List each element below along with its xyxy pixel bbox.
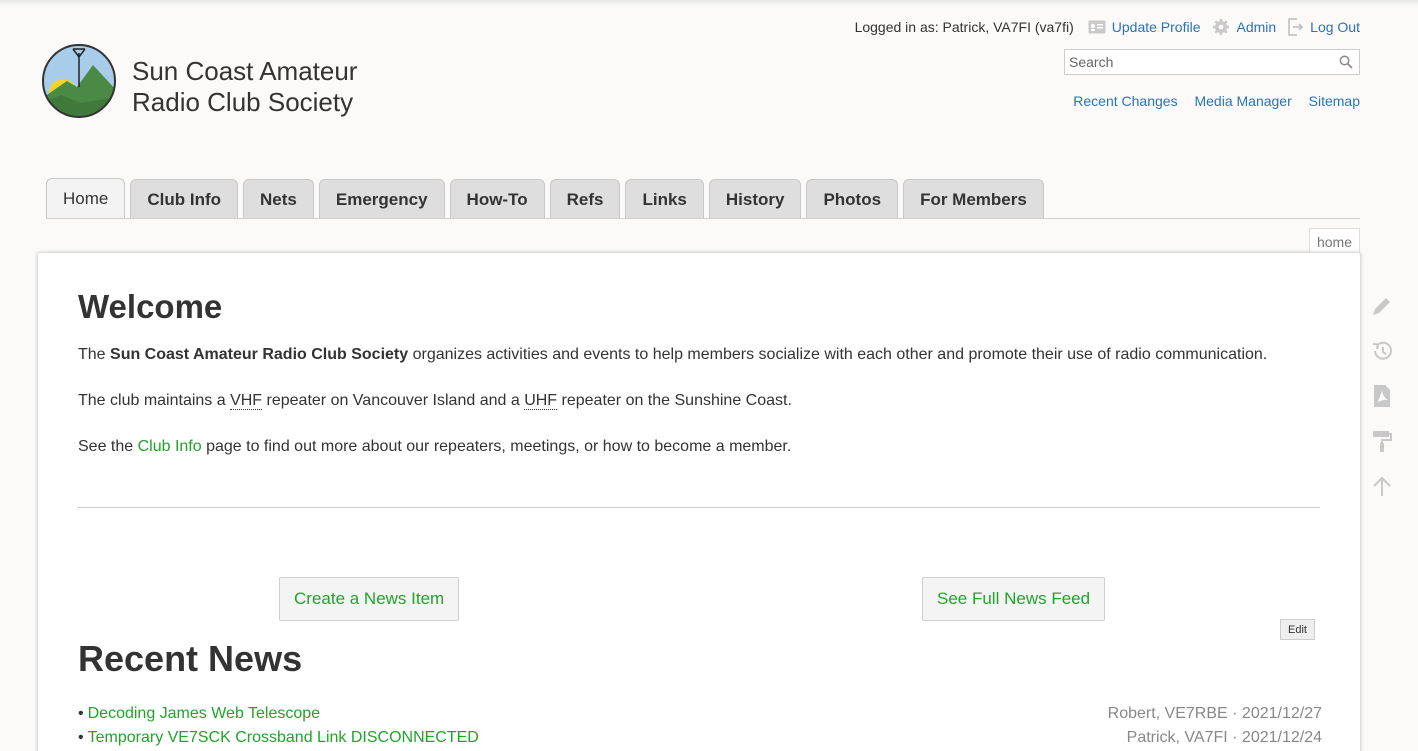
tab-nets[interactable]: Nets <box>243 179 314 219</box>
page-tools <box>1368 292 1396 517</box>
tab-home[interactable]: Home <box>46 178 126 219</box>
tab-history[interactable]: History <box>708 179 802 219</box>
history-icon <box>1372 341 1392 360</box>
repeater-text-1: The club maintains a <box>78 392 231 409</box>
page-heading: Welcome <box>78 288 223 325</box>
search-input[interactable] <box>1065 50 1325 74</box>
bullet: • <box>78 705 84 722</box>
club-info-paragraph: See the Club Info page to find out more … <box>78 435 1320 459</box>
news-link[interactable]: Temporary VE7SCK Crossband Link DISCONNE… <box>88 729 479 746</box>
admin-link[interactable]: Admin <box>1212 18 1276 36</box>
repeater-paragraph: The club maintains a VHF repeater on Van… <box>78 389 1320 413</box>
media-manager-link[interactable]: Media Manager <box>1194 93 1291 109</box>
export-pdf-tool[interactable] <box>1368 382 1396 410</box>
list-item: • Temporary VE7SCK Crossband Link DISCONN… <box>78 726 1322 750</box>
update-profile-link[interactable]: Update Profile <box>1088 19 1201 35</box>
club-name-bold: Sun Coast Amateur Radio Club Society <box>110 346 409 363</box>
news-link[interactable]: Decoding James Web Telescope <box>88 705 320 722</box>
site-title-line2: Radio Club Society <box>132 87 354 117</box>
bullet: • <box>78 729 84 746</box>
paint-roller-icon <box>1373 431 1392 452</box>
club-logo[interactable] <box>41 43 117 119</box>
pencil-icon <box>1373 298 1390 315</box>
club-info-text-start: See the <box>78 438 138 455</box>
club-info-link[interactable]: Club Info <box>138 438 202 455</box>
old-revisions-tool[interactable] <box>1368 337 1396 365</box>
pdf-icon <box>1374 385 1390 407</box>
update-profile-label: Update Profile <box>1111 19 1201 35</box>
section-divider <box>78 507 1320 508</box>
site-title[interactable]: Sun Coast Amateur Radio Club Society <box>132 56 357 118</box>
logout-link[interactable]: Log Out <box>1288 18 1360 36</box>
create-news-button[interactable]: Create a News Item <box>279 577 460 621</box>
style-tool[interactable] <box>1368 427 1396 455</box>
tabs-divider <box>46 218 1360 219</box>
repeater-text-3: repeater on the Sunshine Coast. <box>557 392 792 409</box>
news-meta: Robert, VE7RBE · 2021/12/27 <box>1107 705 1322 722</box>
search-box <box>1064 49 1360 75</box>
user-tools: Logged in as: Patrick, VA7FI (va7fi) Upd… <box>855 18 1360 36</box>
profile-card-icon <box>1088 20 1106 34</box>
edit-page-tool[interactable] <box>1368 292 1396 320</box>
page-id-badge: home <box>1308 228 1360 254</box>
news-feed-button[interactable]: See Full News Feed <box>922 577 1106 621</box>
logout-label: Log Out <box>1310 19 1360 35</box>
repeater-text-2: repeater on Vancouver Island and a <box>262 392 525 409</box>
tab-club-info[interactable]: Club Info <box>130 179 239 219</box>
tab-emergency[interactable]: Emergency <box>318 179 445 219</box>
back-to-top-tool[interactable] <box>1368 472 1396 500</box>
arrow-up-icon <box>1373 476 1391 496</box>
intro-paragraph: The Sun Coast Amateur Radio Club Society… <box>78 343 1320 367</box>
intro-text-end: organizes activities and events to help … <box>408 346 1268 363</box>
search-icon[interactable] <box>1339 55 1353 69</box>
site-title-line1: Sun Coast Amateur <box>132 56 358 86</box>
news-meta: Patrick, VA7FI · 2021/12/24 <box>1126 729 1322 746</box>
list-item: • Decoding James Web Telescope Robert, VE… <box>78 702 1322 726</box>
uhf-abbr[interactable]: UHF <box>524 392 558 410</box>
site-tools: Recent Changes Media Manager Sitemap <box>1060 93 1360 109</box>
edit-section-button[interactable]: Edit <box>1280 619 1315 640</box>
tab-for-members[interactable]: For Members <box>903 179 1044 219</box>
recent-changes-link[interactable]: Recent Changes <box>1073 93 1177 109</box>
tab-links[interactable]: Links <box>625 179 704 219</box>
admin-label: Admin <box>1236 19 1277 35</box>
logout-icon <box>1288 18 1304 36</box>
gear-icon <box>1213 19 1230 35</box>
tab-refs[interactable]: Refs <box>549 179 621 219</box>
sitemap-link[interactable]: Sitemap <box>1309 93 1360 109</box>
top-shadow <box>0 0 1418 6</box>
logged-in-text: Logged in as: Patrick, VA7FI (va7fi) <box>854 19 1074 35</box>
club-info-text-end: page to find out more about our repeater… <box>201 438 792 455</box>
intro-text-start: The <box>78 346 111 363</box>
news-list: • Decoding James Web Telescope Robert, VE… <box>78 702 1322 750</box>
tab-photos[interactable]: Photos <box>806 179 899 219</box>
recent-news-heading: Recent News <box>78 638 303 679</box>
page-content: Welcome The Sun Coast Amateur Radio Club… <box>38 253 1360 751</box>
vhf-abbr[interactable]: VHF <box>230 392 263 410</box>
tab-how-to[interactable]: How-To <box>449 179 545 219</box>
main-nav-tabs: Home Club Info Nets Emergency How-To Ref… <box>46 178 1049 219</box>
